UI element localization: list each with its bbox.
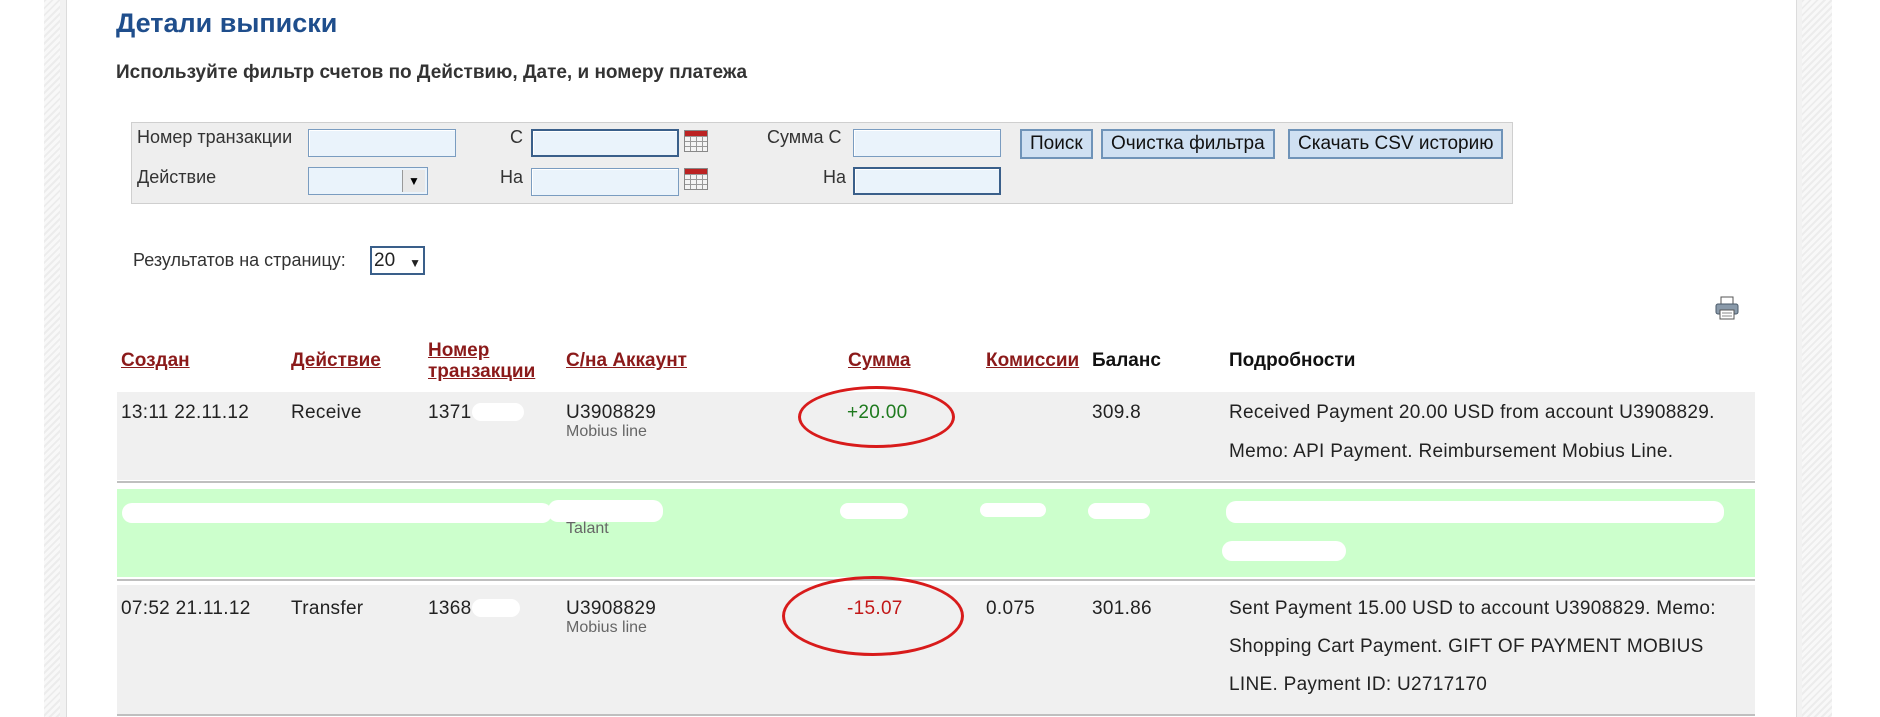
left-page-border [60,0,67,717]
header-account[interactable]: С/на Аккаунт [566,350,687,372]
search-button[interactable]: Поиск [1020,129,1093,159]
header-fees[interactable]: Комиссии [986,350,1079,372]
amount-to-input[interactable] [853,167,1001,195]
transaction-number-label: Номер транзакции [137,127,293,147]
row-account-name: Mobius line [566,423,647,440]
amount-to-label: На [823,167,847,187]
row-action: Transfer [291,598,364,619]
annotation-circle [798,386,955,448]
header-transaction-line1: Номер [428,340,490,361]
redaction-blur [548,500,663,522]
row-transaction-number: 1368 [428,598,472,619]
row-details-line3: LINE. Payment ID: U2717170 [1229,674,1488,695]
row-separator [117,714,1755,716]
page-title: Детали выписки [116,8,338,38]
row-balance: 301.86 [1092,598,1152,619]
header-transaction-number[interactable]: Номер транзакции [428,340,535,382]
chevron-down-icon: ▼ [409,256,421,270]
action-label: Действие [137,167,217,187]
action-select[interactable]: ▼ [308,167,428,195]
header-balance: Баланс [1092,350,1161,371]
redaction-blur [122,503,552,523]
row-account-name: Mobius line [566,619,647,636]
row-separator [117,481,1755,483]
row-balance: 309.8 [1092,402,1142,423]
row-details-line2: Memo: API Payment. Reimbursement Mobius … [1229,441,1674,462]
date-from-label: С [510,127,523,147]
row-account-name: Talant [566,520,609,537]
print-icon[interactable] [1714,295,1740,321]
redaction-blur [1088,503,1150,519]
calendar-icon[interactable] [684,130,708,152]
date-from-input[interactable] [531,129,679,157]
header-created[interactable]: Создан [121,350,190,372]
header-transaction-line2: транзакции [428,361,536,382]
left-page-rail [44,0,60,717]
results-per-page-value: 20 [374,250,396,271]
row-fees: 0.075 [986,598,1036,619]
header-amount[interactable]: Сумма [848,350,910,372]
row-transaction-number: 1371 [428,402,472,423]
redaction-blur [472,403,524,421]
transaction-number-input[interactable] [308,129,456,157]
row-action: Receive [291,402,362,423]
results-per-page-label: Результатов на страницу: [133,250,346,270]
row-created: 07:52 21.11.12 [121,598,251,619]
results-per-page-select[interactable]: 20 ▼ [370,246,425,275]
redaction-blur [840,503,908,519]
row-created: 13:11 22.11.12 [121,402,250,423]
chevron-down-icon: ▼ [402,170,425,192]
redaction-blur [980,503,1046,517]
date-to-input[interactable] [531,168,679,196]
amount-from-label: Сумма С [767,127,842,147]
row-details-line1: Received Payment 20.00 USD from account … [1229,402,1715,423]
redaction-blur [472,599,520,617]
row-details-line2: Shopping Cart Payment. GIFT OF PAYMENT M… [1229,636,1704,657]
redaction-blur [1222,541,1346,561]
redaction-blur [1226,501,1724,523]
header-details: Подробности [1229,350,1356,371]
page-subtitle: Используйте фильтр счетов по Действию, Д… [116,62,748,83]
clear-filter-button[interactable]: Очистка фильтра [1101,129,1275,159]
row-account[interactable]: U3908829 [566,598,656,620]
calendar-icon[interactable] [684,168,708,190]
header-action[interactable]: Действие [291,350,381,372]
annotation-circle [782,576,964,656]
row-account[interactable]: U3908829 [566,402,656,424]
download-csv-button[interactable]: Скачать CSV историю [1288,129,1504,159]
right-page-rail [1802,0,1832,717]
amount-from-input[interactable] [853,129,1001,157]
row-separator [117,579,1755,581]
date-to-label: На [500,167,524,187]
row-details-line1: Sent Payment 15.00 USD to account U39088… [1229,598,1716,619]
